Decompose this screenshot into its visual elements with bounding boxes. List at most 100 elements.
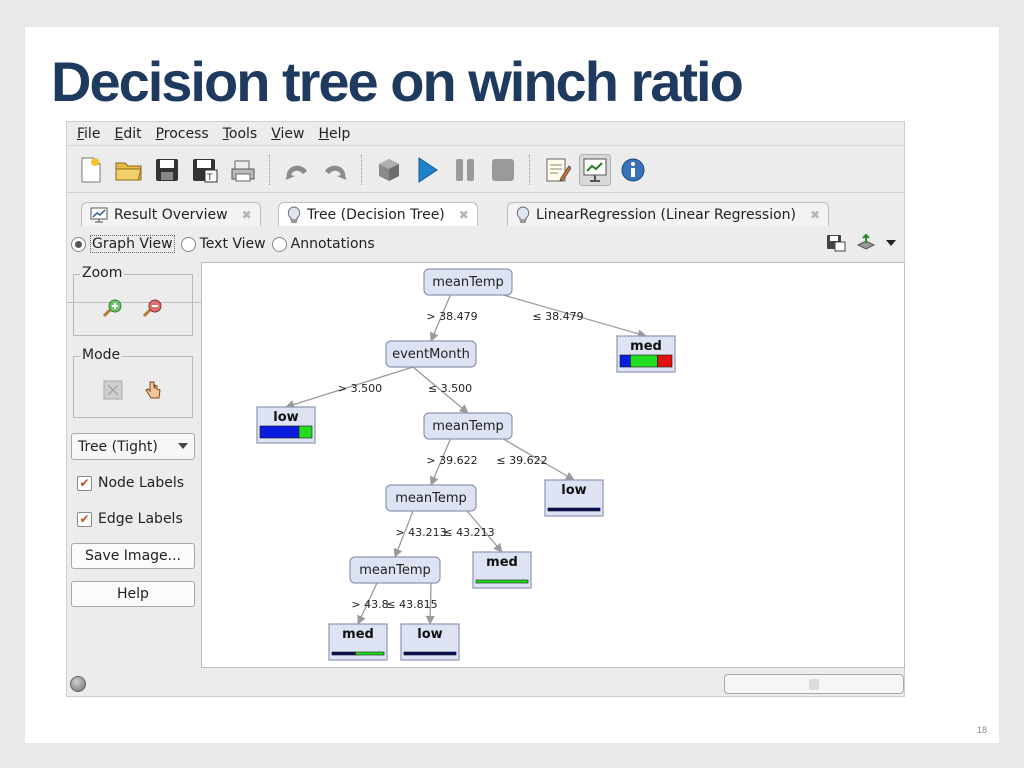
annotations-radio[interactable]: Annotations [271, 236, 375, 252]
memory-progress-bar [724, 674, 904, 694]
graph-view-radio[interactable]: Graph View [71, 235, 175, 253]
status-indicator-icon [70, 676, 86, 692]
tab-result-overview[interactable]: Result Overview ✖ [81, 202, 261, 226]
menu-process[interactable]: Process [156, 126, 209, 142]
hand-pick-icon[interactable] [142, 379, 164, 401]
radio-label: Graph View [90, 235, 175, 253]
checkbox-box[interactable]: ✔ [77, 511, 92, 527]
class-distribution-segment [619, 354, 631, 368]
cube-icon[interactable] [373, 154, 405, 186]
tree-graph-canvas[interactable]: > 38.479 ≤ 38.479 > 3.500 ≤ 3.500 > 39.622 ≤ … [201, 262, 905, 668]
class-distribution-segment [547, 507, 601, 512]
edge-label: > 43.213 [395, 526, 446, 539]
tree-leaf-node[interactable]: low [400, 623, 460, 661]
save-image-button[interactable]: Save Image... [71, 543, 195, 569]
text-view-radio[interactable]: Text View [180, 236, 266, 252]
node-label: meanTemp [432, 275, 504, 290]
stop-icon[interactable] [487, 154, 519, 186]
menu-tools[interactable]: Tools [223, 126, 258, 142]
zoom-out-icon[interactable] [142, 297, 164, 319]
class-distribution-segment [259, 425, 300, 439]
class-distribution-segment [331, 651, 356, 656]
tab-tree[interactable]: Tree (Decision Tree) ✖ [278, 202, 478, 226]
class-distribution-segment [355, 651, 385, 656]
bulb-icon [516, 205, 530, 223]
mode-group: Mode [73, 347, 193, 418]
class-distribution-segment [475, 579, 529, 584]
design-perspective-icon[interactable] [541, 154, 573, 186]
redo-icon[interactable] [319, 154, 351, 186]
toolbar-separator [361, 154, 363, 185]
toolbar-separator [529, 154, 531, 185]
layout-select[interactable]: Tree (Tight) [71, 433, 195, 460]
view-actions [826, 234, 896, 252]
node-labels-checkbox[interactable]: ✔ Node Labels [77, 475, 184, 491]
node-label: low [417, 627, 442, 642]
node-label: med [342, 627, 374, 642]
export-icon[interactable] [856, 234, 876, 252]
edge-label: ≤ 43.213 [443, 526, 494, 539]
result-perspective-icon[interactable] [579, 153, 611, 186]
progress-knob [809, 679, 819, 690]
edge-label: ≤ 3.500 [428, 382, 472, 395]
status-bar [67, 670, 904, 697]
node-label: meanTemp [395, 491, 467, 506]
menu-help[interactable]: Help [318, 126, 350, 142]
zoom-in-icon[interactable] [102, 297, 124, 319]
chevron-down-icon[interactable] [886, 239, 896, 247]
run-icon[interactable] [411, 154, 443, 186]
radio-label: Annotations [290, 236, 375, 252]
radio-dot[interactable] [180, 236, 196, 252]
zoom-group: Zoom [73, 265, 193, 336]
info-icon[interactable] [617, 154, 649, 186]
edge-label: > 39.622 [426, 454, 477, 467]
tree-split-node[interactable]: meanTemp [385, 484, 477, 512]
edge-label: ≤ 39.622 [496, 454, 547, 467]
print-icon[interactable] [227, 154, 259, 186]
layout-select-value: Tree (Tight) [78, 438, 158, 455]
tree-leaf-node[interactable]: low [256, 406, 316, 444]
tree-split-node[interactable]: meanTemp [423, 268, 513, 296]
edge-label: > 43.8 [351, 598, 388, 611]
tree-leaf-node[interactable]: med [328, 623, 388, 661]
save-result-icon[interactable] [826, 234, 846, 252]
tree-leaf-node[interactable]: med [472, 551, 532, 589]
edge-labels-checkbox[interactable]: ✔ Edge Labels [77, 511, 183, 527]
node-label: meanTemp [359, 563, 431, 578]
bulb-icon [287, 205, 301, 223]
tree-split-node[interactable]: eventMonth [385, 340, 477, 368]
radio-label: Text View [199, 236, 266, 252]
tree-leaf-node[interactable]: low [544, 479, 604, 517]
tree-leaf-node[interactable]: med [616, 335, 676, 373]
save-icon[interactable] [151, 154, 183, 186]
menu-view[interactable]: View [271, 126, 304, 142]
node-label: med [630, 339, 662, 354]
close-tab-icon[interactable]: ✖ [242, 208, 252, 222]
edge-label: > 38.479 [426, 310, 477, 323]
close-tab-icon[interactable]: ✖ [810, 208, 820, 222]
class-distribution-segment [657, 354, 673, 368]
tab-linear-regression[interactable]: LinearRegression (Linear Regression) ✖ [507, 202, 830, 226]
new-process-icon[interactable] [75, 154, 107, 186]
pause-icon[interactable] [449, 154, 481, 186]
checkbox-box[interactable]: ✔ [77, 475, 92, 491]
open-icon[interactable] [113, 154, 145, 186]
menu-file[interactable]: File [77, 126, 100, 142]
class-distribution-segment [298, 425, 313, 439]
edge-label: ≤ 43.815 [386, 598, 437, 611]
tab-label: LinearRegression (Linear Regression) [536, 206, 796, 223]
slide-number: 18 [976, 725, 987, 735]
undo-icon[interactable] [281, 154, 313, 186]
help-button[interactable]: Help [71, 581, 195, 607]
tab-label: Tree (Decision Tree) [307, 206, 445, 223]
edge-label: > 3.500 [338, 382, 382, 395]
menu-edit[interactable]: Edit [114, 126, 141, 142]
transform-mode-icon[interactable] [102, 379, 124, 401]
close-tab-icon[interactable]: ✖ [459, 208, 469, 222]
radio-dot[interactable] [271, 236, 287, 252]
result-overview-icon [90, 207, 108, 222]
radio-dot[interactable] [71, 236, 86, 252]
save-as-icon[interactable]: T [189, 154, 221, 186]
tree-split-node[interactable]: meanTemp [423, 412, 513, 440]
tree-split-node[interactable]: meanTemp [349, 556, 441, 584]
